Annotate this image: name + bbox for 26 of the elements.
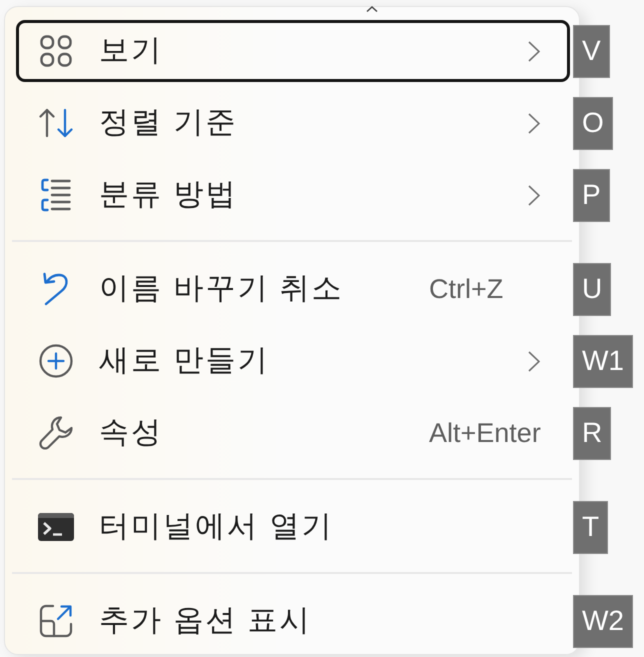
plus-circle-icon (39, 344, 73, 378)
access-key-badge: W1 (573, 334, 633, 388)
caret-up-icon (366, 6, 378, 12)
access-key-badge: U (573, 262, 612, 316)
grouped-list-icon (41, 178, 71, 212)
menu-item[interactable]: 정렬 기준 (16, 92, 570, 154)
access-key-badge: W2 (573, 594, 633, 648)
menu-item[interactable]: 이름 바꾸기 취소 Ctrl+Z (16, 258, 570, 320)
access-key-badge: V (573, 24, 610, 78)
access-key-badge: P (573, 168, 610, 222)
grid-icon (40, 35, 72, 67)
access-key-badge: T (573, 500, 608, 554)
wrench-icon (39, 416, 73, 450)
access-key-badge: R (573, 406, 612, 460)
shortcut-text: Alt+Enter (429, 420, 541, 446)
sort-arrows-icon (39, 108, 73, 138)
terminal-icon (38, 513, 74, 541)
shortcut-text: Ctrl+Z (429, 276, 504, 302)
menu-item[interactable]: 분류 방법 (16, 164, 570, 226)
menu-item[interactable]: 새로 만들기 (16, 330, 570, 392)
menu-item[interactable]: 추가 옵션 표시 (16, 590, 570, 652)
menu-item[interactable]: 터미널에서 열기 (16, 496, 570, 558)
access-key-badge: O (573, 96, 613, 150)
menu-item[interactable]: 보기 (16, 20, 570, 82)
menu-item[interactable]: 속성 Alt+Enter (16, 402, 570, 464)
open-external-icon (39, 604, 73, 638)
